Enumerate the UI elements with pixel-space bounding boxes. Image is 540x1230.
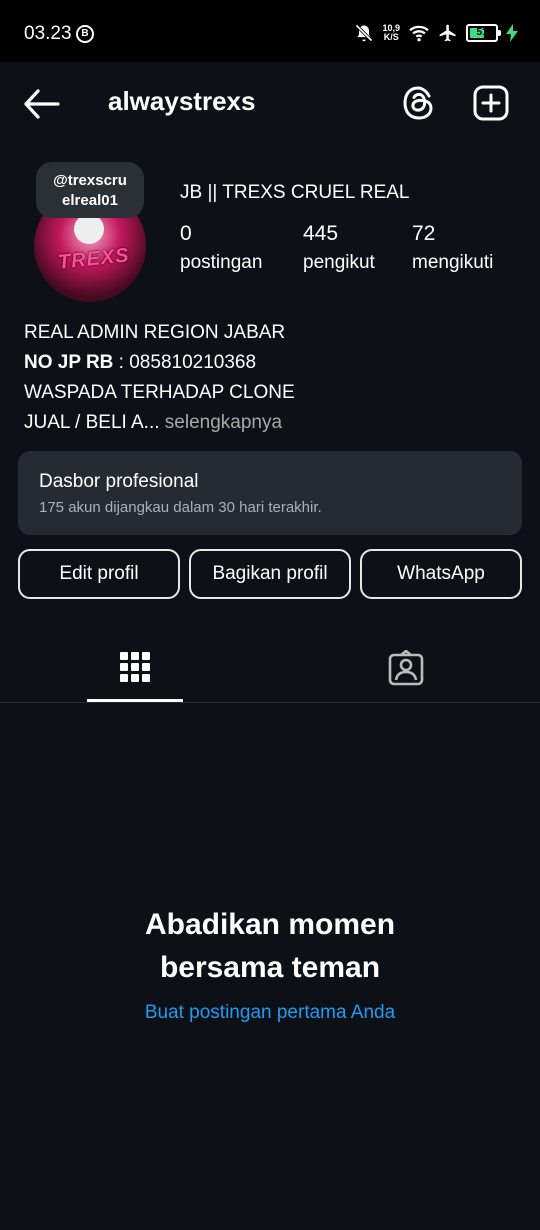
tab-posts-grid[interactable] bbox=[87, 640, 183, 702]
tagged-person-icon bbox=[388, 650, 424, 686]
tab-divider bbox=[0, 702, 540, 703]
stat-followers-label: pengikut bbox=[303, 252, 375, 273]
stat-followers[interactable]: 445 pengikut bbox=[303, 222, 375, 274]
wifi-icon bbox=[409, 25, 429, 42]
bell-off-icon bbox=[355, 24, 374, 42]
avatar-face bbox=[74, 214, 104, 244]
threads-icon[interactable] bbox=[400, 84, 438, 122]
stat-followers-value: 445 bbox=[303, 222, 339, 245]
bio-line-2-rest: : 085810210368 bbox=[113, 352, 257, 373]
whatsapp-button[interactable]: WhatsApp bbox=[360, 549, 522, 599]
stat-following-value: 72 bbox=[412, 222, 436, 245]
tab-tagged[interactable] bbox=[358, 640, 454, 702]
status-icons: 10,9 K/S 51 bbox=[354, 20, 518, 46]
bio-line-3: WASPADA TERHADAP CLONE bbox=[24, 382, 295, 403]
display-name: JB || TREXS CRUEL REAL bbox=[180, 182, 410, 203]
professional-dashboard[interactable]: Dasbor profesional 175 akun dijangkau da… bbox=[18, 451, 522, 535]
bio-line-4: JUAL / BELI A... selengkapnya bbox=[24, 408, 295, 438]
avatar-logo-text: TREXS bbox=[56, 244, 131, 274]
bio-line-1: REAL ADMIN REGION JABAR bbox=[24, 322, 286, 343]
note-line-1: @trexscru bbox=[53, 172, 127, 189]
status-time: 03.23 bbox=[24, 23, 72, 44]
stat-following[interactable]: 72 mengikuti bbox=[412, 222, 493, 274]
note-bubble[interactable]: @trexscru elreal01 bbox=[36, 162, 144, 218]
stat-posts-label: postingan bbox=[180, 252, 263, 273]
bio-line-4-text: JUAL / BELI A... bbox=[24, 412, 160, 433]
battery-icon: 51 bbox=[466, 24, 501, 42]
grid-icon bbox=[120, 652, 150, 682]
bio-line-2: NO JP RB : 085810210368 bbox=[24, 348, 295, 378]
battery-level: 51 bbox=[476, 27, 488, 38]
bio: REAL ADMIN REGION JABAR NO JP RB : 08581… bbox=[24, 318, 295, 438]
stat-posts[interactable]: 0 postingan bbox=[180, 222, 262, 274]
dashboard-title: Dasbor profesional bbox=[39, 471, 199, 492]
empty-state-title: Abadikan momen bersama teman bbox=[0, 903, 540, 989]
profile-username: alwaystrexs bbox=[108, 86, 256, 116]
charging-bolt-icon bbox=[506, 24, 518, 42]
bio-line-2-bold: NO JP RB bbox=[24, 352, 114, 373]
battery-cap bbox=[498, 30, 501, 36]
edit-profile-button[interactable]: Edit profil bbox=[18, 549, 180, 599]
airplane-icon bbox=[439, 24, 456, 42]
back-arrow-icon[interactable] bbox=[22, 84, 62, 124]
share-profile-button[interactable]: Bagikan profil bbox=[189, 549, 351, 599]
add-post-icon[interactable] bbox=[472, 84, 510, 122]
dashboard-subtitle: 175 akun dijangkau dalam 30 hari terakhi… bbox=[39, 499, 322, 516]
note-line-2: elreal01 bbox=[62, 192, 118, 209]
network-speed-unit: K/S bbox=[383, 32, 399, 42]
create-first-post-link[interactable]: Buat postingan pertama Anda bbox=[0, 1002, 540, 1024]
bio-more-link[interactable]: selengkapnya bbox=[160, 412, 282, 433]
stat-posts-value: 0 bbox=[180, 222, 192, 245]
stat-following-label: mengikuti bbox=[412, 252, 494, 273]
status-bar: 03.23 B 10,9 K/S 51 bbox=[0, 0, 540, 62]
empty-title-line-2: bersama teman bbox=[159, 951, 381, 984]
b-badge-icon: B bbox=[76, 25, 94, 43]
network-speed: 10,9 K/S bbox=[382, 24, 400, 42]
empty-title-line-1: Abadikan momen bbox=[144, 908, 396, 941]
